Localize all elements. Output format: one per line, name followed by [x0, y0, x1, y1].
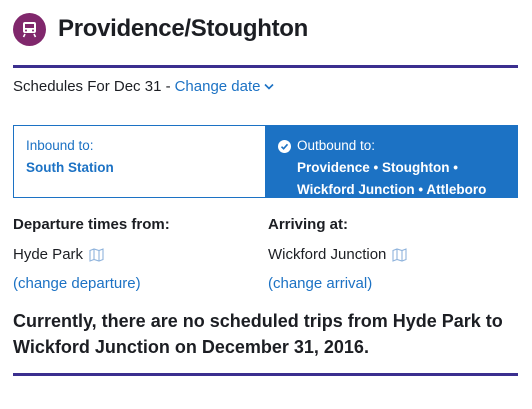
change-arrival-link[interactable]: (change arrival)	[268, 274, 407, 294]
outbound-destination-line2: Wickford Junction • Attleboro	[297, 182, 487, 197]
arrival-stop: Wickford Junction	[268, 246, 387, 263]
schedule-date-row: Schedules For Dec 31 - Change date	[13, 78, 275, 95]
divider	[13, 65, 518, 68]
inbound-label: Inbound to:	[26, 138, 94, 153]
inbound-option[interactable]: Inbound to: South Station	[14, 126, 265, 197]
outbound-label: Outbound to:	[297, 138, 376, 153]
change-departure-link[interactable]: (change departure)	[13, 274, 170, 294]
map-icon[interactable]	[392, 248, 407, 262]
direction-toggle: Inbound to: South Station Outbound to: P…	[13, 125, 518, 198]
change-date-label: Change date	[174, 78, 261, 95]
outbound-destination-line1: Providence • Stoughton •	[297, 160, 458, 175]
arrival-section: Arriving at: Wickford Junction (change a…	[268, 215, 407, 294]
outbound-option[interactable]: Outbound to: Providence • Stoughton • Wi…	[265, 126, 517, 197]
page-header: Providence/Stoughton	[13, 12, 308, 46]
map-icon[interactable]	[89, 248, 104, 262]
schedule-date-text: Schedules For Dec 31 -	[13, 78, 171, 95]
check-circle-icon	[278, 139, 291, 153]
commuter-rail-icon	[13, 12, 46, 46]
inbound-destination: South Station	[26, 160, 114, 175]
chevron-down-icon	[264, 83, 275, 90]
departure-section: Departure times from: Hyde Park (change …	[13, 215, 170, 294]
page-title: Providence/Stoughton	[58, 15, 309, 42]
divider	[13, 373, 518, 376]
no-trips-message: Currently, there are no scheduled trips …	[13, 311, 503, 357]
arrival-heading: Arriving at:	[268, 216, 349, 233]
departure-stop: Hyde Park	[13, 246, 84, 263]
departure-heading: Departure times from:	[13, 216, 170, 233]
change-date-link[interactable]: Change date	[175, 78, 275, 95]
